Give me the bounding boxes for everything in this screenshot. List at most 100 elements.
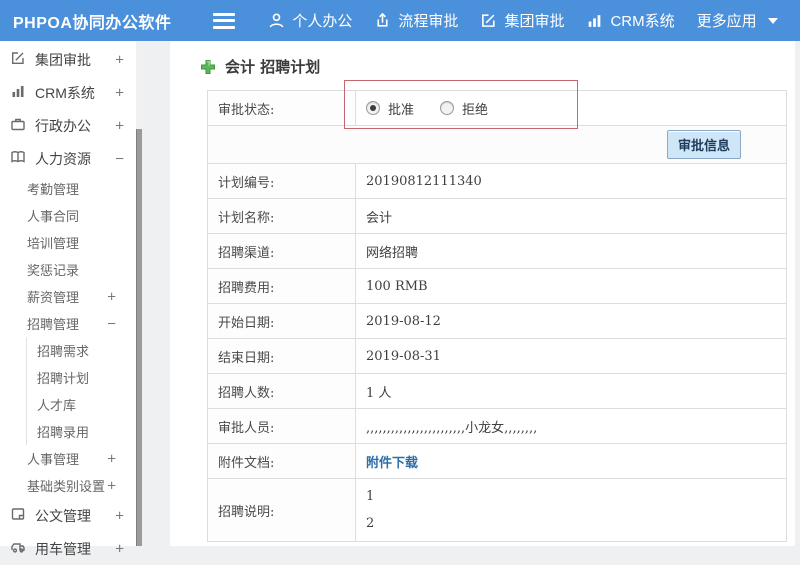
nav-more-apps[interactable]: 更多应用 [686, 0, 789, 41]
sidebar-item-hr-contract[interactable]: 人事合同 [0, 202, 136, 229]
field-value: 20190812111340 [356, 164, 787, 199]
table-row: 计划编号: 20190812111340 [208, 164, 787, 199]
sidebar-item-document-mgmt[interactable]: 公文管理 + [0, 499, 136, 532]
app-title: PHPOA协同办公软件 [0, 9, 171, 33]
nav-label: 流程审批 [398, 10, 458, 31]
hamburger-menu-icon[interactable] [213, 13, 235, 29]
table-row: 招聘费用: 100 RMB [208, 269, 787, 304]
expand-icon: + [115, 540, 124, 557]
sidebar-item-recruit-hiring[interactable]: 招聘录用 [27, 418, 136, 445]
sidebar-item-vehicle-mgmt[interactable]: 用车管理 + [0, 532, 136, 565]
expand-icon: + [115, 84, 124, 101]
field-label: 附件文档: [208, 444, 356, 479]
document-icon [10, 506, 26, 525]
car-icon [10, 539, 26, 558]
nav-crm-system[interactable]: CRM系统 [575, 0, 685, 41]
sidebar-item-personnel-mgmt[interactable]: 人事管理 + [0, 445, 136, 472]
field-value: 2019-08-12 [356, 304, 787, 339]
table-row: 计划名称: 会计 [208, 199, 787, 234]
field-label: 招聘说明: [208, 479, 356, 542]
radio-approve[interactable]: 批准 [366, 99, 414, 118]
expand-icon: + [107, 450, 116, 467]
sidebar-item-recruit-demand[interactable]: 招聘需求 [27, 337, 136, 364]
top-nav: 个人办公 流程审批 集团审批 [257, 0, 788, 41]
expand-icon: + [115, 117, 124, 134]
radio-reject[interactable]: 拒绝 [440, 99, 488, 118]
nav-group-approval[interactable]: 集团审批 [469, 0, 575, 41]
briefcase-icon [10, 116, 26, 135]
field-value: 2019-08-31 [356, 339, 787, 374]
bar-chart-icon [586, 12, 603, 29]
collapse-icon: − [107, 315, 116, 332]
edit-icon [480, 12, 497, 29]
expand-icon: + [115, 51, 124, 68]
field-value: 100 RMB [356, 269, 787, 304]
sidebar: 集团审批 + CRM系统 + 行政办公 + 人力资源 − 考勤管理 [0, 41, 136, 546]
book-icon [10, 149, 26, 168]
person-icon [268, 12, 285, 29]
approval-info-button[interactable]: 审批信息 [667, 130, 741, 159]
plus-icon [200, 59, 216, 75]
page-title: 会计 招聘计划 [170, 41, 795, 77]
field-label: 招聘费用: [208, 269, 356, 304]
sidebar-item-group-approval[interactable]: 集团审批 + [0, 43, 136, 76]
topbar: PHPOA协同办公软件 个人办公 流程审批 [0, 0, 800, 41]
table-row: 审批人员: ,,,,,,,,,,,,,,,,,,,,,,,,小龙女,,,,,,,… [208, 409, 787, 444]
field-value: 会计 [356, 199, 787, 234]
field-value: 1 2 [356, 479, 787, 542]
sidebar-item-talent-pool[interactable]: 人才库 [27, 391, 136, 418]
sidebar-item-crm[interactable]: CRM系统 + [0, 76, 136, 109]
recruit-plan-form: 审批状态: 批准 拒绝 审批信息 计划编号: [207, 90, 787, 542]
sidebar-item-recruit-mgmt[interactable]: 招聘管理 − [0, 310, 136, 337]
approval-status-radios: 批准 拒绝 [366, 99, 776, 118]
radio-button-icon[interactable] [440, 101, 454, 115]
page-title-text: 会计 招聘计划 [225, 56, 320, 77]
nav-label: 更多应用 [697, 10, 757, 31]
field-label: 结束日期: [208, 339, 356, 374]
nav-label: 集团审批 [504, 10, 564, 31]
button-row: 审批信息 [208, 126, 787, 164]
expand-icon: + [107, 477, 116, 494]
expand-icon: + [107, 288, 116, 305]
upload-icon [374, 12, 391, 29]
nav-label: 个人办公 [292, 10, 352, 31]
table-row: 招聘人数: 1 人 [208, 374, 787, 409]
status-row: 审批状态: 批准 拒绝 [208, 91, 787, 126]
table-row: 附件文档: 附件下载 [208, 444, 787, 479]
caret-down-icon [768, 18, 778, 24]
radio-button-icon[interactable] [366, 101, 380, 115]
bar-chart-icon [10, 83, 26, 102]
collapse-icon: − [115, 150, 124, 167]
field-label: 招聘人数: [208, 374, 356, 409]
sidebar-item-recruit-plan[interactable]: 招聘计划 [27, 364, 136, 391]
field-value: 网络招聘 [356, 234, 787, 269]
field-label: 开始日期: [208, 304, 356, 339]
field-value: ,,,,,,,,,,,,,,,,,,,,,,,,小龙女,,,,,,,, [356, 409, 787, 444]
field-label: 招聘渠道: [208, 234, 356, 269]
sidebar-item-training-mgmt[interactable]: 培训管理 [0, 229, 136, 256]
scrollbar-thumb[interactable] [136, 129, 142, 546]
recruit-submenu: 招聘需求 招聘计划 人才库 招聘录用 [26, 337, 136, 445]
sidebar-item-human-resources[interactable]: 人力资源 − [0, 142, 136, 175]
field-label: 审批人员: [208, 409, 356, 444]
sidebar-scrollbar[interactable] [136, 41, 142, 546]
table-row: 招聘说明: 1 2 [208, 479, 787, 542]
table-row: 开始日期: 2019-08-12 [208, 304, 787, 339]
table-row: 结束日期: 2019-08-31 [208, 339, 787, 374]
table-row: 招聘渠道: 网络招聘 [208, 234, 787, 269]
edit-icon [10, 50, 26, 69]
expand-icon: + [115, 507, 124, 524]
field-label: 审批状态: [208, 91, 356, 126]
sidebar-item-reward-records[interactable]: 奖惩记录 [0, 256, 136, 283]
field-label: 计划名称: [208, 199, 356, 234]
attachment-download-link[interactable]: 附件下载 [366, 456, 418, 471]
sidebar-item-salary-mgmt[interactable]: 薪资管理 + [0, 283, 136, 310]
main-content: 会计 招聘计划 审批状态: 批准 拒绝 审批信息 [170, 41, 795, 546]
nav-personal-office[interactable]: 个人办公 [257, 0, 363, 41]
field-label: 计划编号: [208, 164, 356, 199]
field-value: 1 人 [356, 374, 787, 409]
sidebar-item-base-category-settings[interactable]: 基础类别设置 + [0, 472, 136, 499]
nav-workflow-approval[interactable]: 流程审批 [363, 0, 469, 41]
sidebar-item-admin-office[interactable]: 行政办公 + [0, 109, 136, 142]
sidebar-item-attendance-mgmt[interactable]: 考勤管理 [0, 175, 136, 202]
